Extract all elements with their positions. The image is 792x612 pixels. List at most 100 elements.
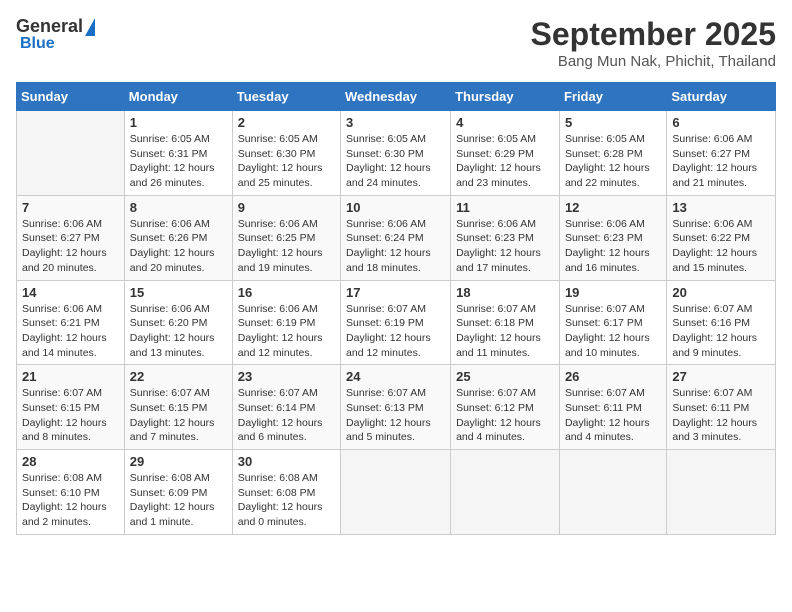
day-info: Sunrise: 6:07 AM Sunset: 6:15 PM Dayligh… xyxy=(130,386,227,445)
day-info: Sunrise: 6:06 AM Sunset: 6:20 PM Dayligh… xyxy=(130,302,227,361)
calendar-cell: 28 Sunrise: 6:08 AM Sunset: 6:10 PM Dayli… xyxy=(17,450,125,535)
calendar-cell xyxy=(451,450,560,535)
day-info: Sunrise: 6:07 AM Sunset: 6:11 PM Dayligh… xyxy=(672,386,770,445)
day-info: Sunrise: 6:07 AM Sunset: 6:15 PM Dayligh… xyxy=(22,386,119,445)
day-number: 30 xyxy=(238,454,335,469)
day-info: Sunrise: 6:07 AM Sunset: 6:11 PM Dayligh… xyxy=(565,386,661,445)
day-number: 15 xyxy=(130,285,227,300)
day-info: Sunrise: 6:06 AM Sunset: 6:23 PM Dayligh… xyxy=(456,217,554,276)
day-number: 28 xyxy=(22,454,119,469)
calendar-cell: 6Sunrise: 6:06 AM Sunset: 6:27 PM Daylig… xyxy=(667,111,776,196)
day-number: 9 xyxy=(238,200,335,215)
day-info: Sunrise: 6:07 AM Sunset: 6:12 PM Dayligh… xyxy=(456,386,554,445)
calendar-cell xyxy=(17,111,125,196)
day-info: Sunrise: 6:06 AM Sunset: 6:19 PM Dayligh… xyxy=(238,302,335,361)
day-info: Sunrise: 6:06 AM Sunset: 6:22 PM Dayligh… xyxy=(672,217,770,276)
logo: General Blue xyxy=(16,16,95,53)
calendar-cell: 20 Sunrise: 6:07 AM Sunset: 6:16 PM Dayli… xyxy=(667,280,776,365)
calendar-cell: 11 Sunrise: 6:06 AM Sunset: 6:23 PM Dayli… xyxy=(451,195,560,280)
day-number: 14 xyxy=(22,285,119,300)
calendar-cell: 21 Sunrise: 6:07 AM Sunset: 6:15 PM Dayli… xyxy=(17,365,125,450)
calendar-cell: 15 Sunrise: 6:06 AM Sunset: 6:20 PM Dayli… xyxy=(124,280,232,365)
day-number: 27 xyxy=(672,369,770,384)
calendar-cell: 29 Sunrise: 6:08 AM Sunset: 6:09 PM Dayli… xyxy=(124,450,232,535)
day-info: Sunrise: 6:07 AM Sunset: 6:14 PM Dayligh… xyxy=(238,386,335,445)
logo-general-text: General xyxy=(16,16,83,37)
day-info: Sunrise: 6:06 AM Sunset: 6:25 PM Dayligh… xyxy=(238,217,335,276)
day-number: 25 xyxy=(456,369,554,384)
calendar-cell: 27 Sunrise: 6:07 AM Sunset: 6:11 PM Dayli… xyxy=(667,365,776,450)
day-of-week-header: Saturday xyxy=(667,83,776,111)
day-number: 13 xyxy=(672,200,770,215)
day-info: Sunrise: 6:06 AM Sunset: 6:27 PM Dayligh… xyxy=(22,217,119,276)
day-info: Sunrise: 6:05 AM Sunset: 6:30 PM Dayligh… xyxy=(238,132,335,191)
day-info: Sunrise: 6:08 AM Sunset: 6:08 PM Dayligh… xyxy=(238,471,335,530)
calendar-cell xyxy=(667,450,776,535)
title-block: September 2025 Bang Mun Nak, Phichit, Th… xyxy=(531,16,776,70)
month-title: September 2025 xyxy=(531,16,776,53)
location-text: Bang Mun Nak, Phichit, Thailand xyxy=(531,53,776,70)
day-info: Sunrise: 6:07 AM Sunset: 6:19 PM Dayligh… xyxy=(346,302,445,361)
calendar-cell: 22 Sunrise: 6:07 AM Sunset: 6:15 PM Dayli… xyxy=(124,365,232,450)
day-number: 8 xyxy=(130,200,227,215)
day-number: 18 xyxy=(456,285,554,300)
calendar-cell: 8 Sunrise: 6:06 AM Sunset: 6:26 PM Daylig… xyxy=(124,195,232,280)
calendar-cell: 12 Sunrise: 6:06 AM Sunset: 6:23 PM Dayli… xyxy=(559,195,666,280)
logo-triangle-icon xyxy=(85,18,95,36)
day-of-week-header: Monday xyxy=(124,83,232,111)
day-number: 26 xyxy=(565,369,661,384)
day-number: 2 xyxy=(238,115,335,130)
calendar-week-row: 28 Sunrise: 6:08 AM Sunset: 6:10 PM Dayli… xyxy=(17,450,776,535)
calendar-cell: 3Sunrise: 6:05 AM Sunset: 6:30 PM Daylig… xyxy=(341,111,451,196)
calendar-cell: 16Sunrise: 6:06 AM Sunset: 6:19 PM Dayli… xyxy=(232,280,340,365)
day-number: 7 xyxy=(22,200,119,215)
calendar-week-row: 7 Sunrise: 6:06 AM Sunset: 6:27 PM Daylig… xyxy=(17,195,776,280)
day-info: Sunrise: 6:08 AM Sunset: 6:09 PM Dayligh… xyxy=(130,471,227,530)
calendar-cell: 14 Sunrise: 6:06 AM Sunset: 6:21 PM Dayli… xyxy=(17,280,125,365)
day-number: 5 xyxy=(565,115,661,130)
calendar-header-row: SundayMondayTuesdayWednesdayThursdayFrid… xyxy=(17,83,776,111)
day-number: 11 xyxy=(456,200,554,215)
day-number: 20 xyxy=(672,285,770,300)
page-header: General Blue September 2025 Bang Mun Nak… xyxy=(16,16,776,70)
calendar-week-row: 1 Sunrise: 6:05 AM Sunset: 6:31 PM Daylig… xyxy=(17,111,776,196)
calendar-cell xyxy=(341,450,451,535)
day-info: Sunrise: 6:06 AM Sunset: 6:21 PM Dayligh… xyxy=(22,302,119,361)
logo-blue-text: Blue xyxy=(20,35,55,53)
calendar-cell: 10Sunrise: 6:06 AM Sunset: 6:24 PM Dayli… xyxy=(341,195,451,280)
calendar-cell: 4 Sunrise: 6:05 AM Sunset: 6:29 PM Daylig… xyxy=(451,111,560,196)
calendar-cell: 13 Sunrise: 6:06 AM Sunset: 6:22 PM Dayli… xyxy=(667,195,776,280)
calendar-cell: 17 Sunrise: 6:07 AM Sunset: 6:19 PM Dayli… xyxy=(341,280,451,365)
day-info: Sunrise: 6:07 AM Sunset: 6:17 PM Dayligh… xyxy=(565,302,661,361)
day-number: 19 xyxy=(565,285,661,300)
day-number: 24 xyxy=(346,369,445,384)
day-of-week-header: Thursday xyxy=(451,83,560,111)
day-of-week-header: Sunday xyxy=(17,83,125,111)
day-number: 29 xyxy=(130,454,227,469)
day-info: Sunrise: 6:07 AM Sunset: 6:13 PM Dayligh… xyxy=(346,386,445,445)
day-number: 1 xyxy=(130,115,227,130)
calendar-table: SundayMondayTuesdayWednesdayThursdayFrid… xyxy=(16,82,776,535)
day-info: Sunrise: 6:08 AM Sunset: 6:10 PM Dayligh… xyxy=(22,471,119,530)
day-number: 17 xyxy=(346,285,445,300)
day-info: Sunrise: 6:05 AM Sunset: 6:29 PM Dayligh… xyxy=(456,132,554,191)
day-info: Sunrise: 6:05 AM Sunset: 6:31 PM Dayligh… xyxy=(130,132,227,191)
day-info: Sunrise: 6:06 AM Sunset: 6:24 PM Dayligh… xyxy=(346,217,445,276)
day-info: Sunrise: 6:07 AM Sunset: 6:16 PM Dayligh… xyxy=(672,302,770,361)
day-number: 22 xyxy=(130,369,227,384)
day-info: Sunrise: 6:06 AM Sunset: 6:27 PM Dayligh… xyxy=(672,132,770,191)
day-number: 12 xyxy=(565,200,661,215)
day-info: Sunrise: 6:07 AM Sunset: 6:18 PM Dayligh… xyxy=(456,302,554,361)
day-number: 4 xyxy=(456,115,554,130)
calendar-cell: 2 Sunrise: 6:05 AM Sunset: 6:30 PM Daylig… xyxy=(232,111,340,196)
calendar-cell: 9 Sunrise: 6:06 AM Sunset: 6:25 PM Daylig… xyxy=(232,195,340,280)
day-info: Sunrise: 6:06 AM Sunset: 6:23 PM Dayligh… xyxy=(565,217,661,276)
day-number: 3 xyxy=(346,115,445,130)
calendar-cell: 24 Sunrise: 6:07 AM Sunset: 6:13 PM Dayli… xyxy=(341,365,451,450)
calendar-cell: 1 Sunrise: 6:05 AM Sunset: 6:31 PM Daylig… xyxy=(124,111,232,196)
calendar-cell: 25 Sunrise: 6:07 AM Sunset: 6:12 PM Dayli… xyxy=(451,365,560,450)
calendar-cell: 7 Sunrise: 6:06 AM Sunset: 6:27 PM Daylig… xyxy=(17,195,125,280)
day-info: Sunrise: 6:06 AM Sunset: 6:26 PM Dayligh… xyxy=(130,217,227,276)
day-number: 21 xyxy=(22,369,119,384)
calendar-week-row: 14 Sunrise: 6:06 AM Sunset: 6:21 PM Dayli… xyxy=(17,280,776,365)
